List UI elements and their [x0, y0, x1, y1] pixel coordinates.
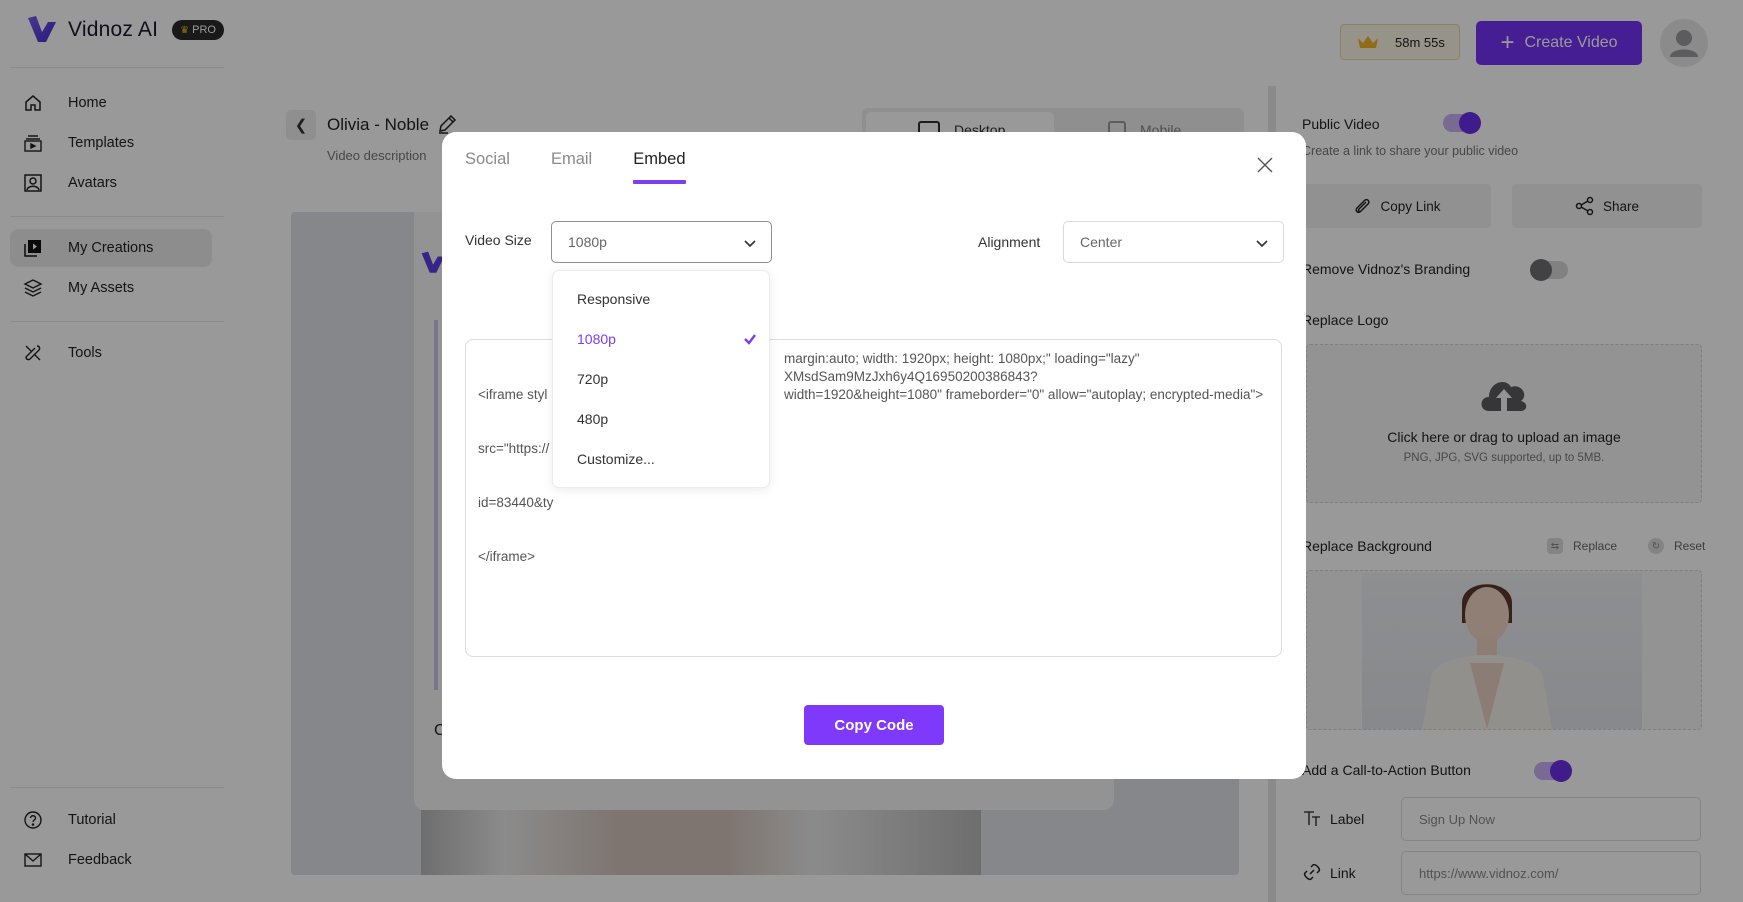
size-option-1080p[interactable]: 1080p — [553, 319, 769, 359]
close-icon[interactable] — [1254, 154, 1276, 176]
video-size-label: Video Size — [465, 232, 532, 248]
code-line: src="https:// — [478, 441, 550, 456]
tab-embed[interactable]: Embed — [633, 150, 686, 184]
size-option-480p[interactable]: 480p — [553, 399, 769, 439]
code-line: </iframe> — [478, 549, 536, 564]
alignment-select[interactable]: Center — [1063, 221, 1284, 263]
share-tabs: Social Email Embed — [465, 150, 727, 184]
code-line: margin:auto; width: 1920px; height: 1080… — [784, 351, 1140, 366]
chevron-down-icon — [1256, 240, 1268, 248]
embed-code-left: <iframe styl src="https:// id=83440&ty <… — [478, 350, 553, 602]
share-modal: Social Email Embed Video Size 1080p Alig… — [442, 132, 1306, 779]
size-option-customize[interactable]: Customize... — [553, 439, 769, 479]
tab-social[interactable]: Social — [465, 150, 510, 182]
code-line: XMsdSam9MzJxh6y4Q16950200386843? — [784, 369, 1038, 384]
alignment-value: Center — [1080, 234, 1123, 250]
code-line: <iframe styl — [478, 387, 548, 402]
chevron-down-icon — [744, 240, 756, 248]
copy-code-button[interactable]: Copy Code — [804, 705, 944, 745]
video-size-dropdown: Responsive 1080p 720p 480p Customize... — [552, 270, 770, 488]
tab-email[interactable]: Email — [551, 150, 592, 182]
checkmark-icon — [744, 334, 756, 345]
code-line: width=1920&height=1080" frameborder="0" … — [784, 387, 1264, 402]
size-option-label: 1080p — [577, 331, 616, 347]
size-option-720p[interactable]: 720p — [553, 359, 769, 399]
alignment-label: Alignment — [978, 234, 1041, 250]
video-size-value: 1080p — [568, 234, 607, 250]
video-size-select[interactable]: 1080p — [551, 221, 772, 263]
code-line: id=83440&ty — [478, 495, 554, 510]
size-option-responsive[interactable]: Responsive — [553, 279, 769, 319]
embed-code-right: margin:auto; width: 1920px; height: 1080… — [784, 350, 1263, 404]
